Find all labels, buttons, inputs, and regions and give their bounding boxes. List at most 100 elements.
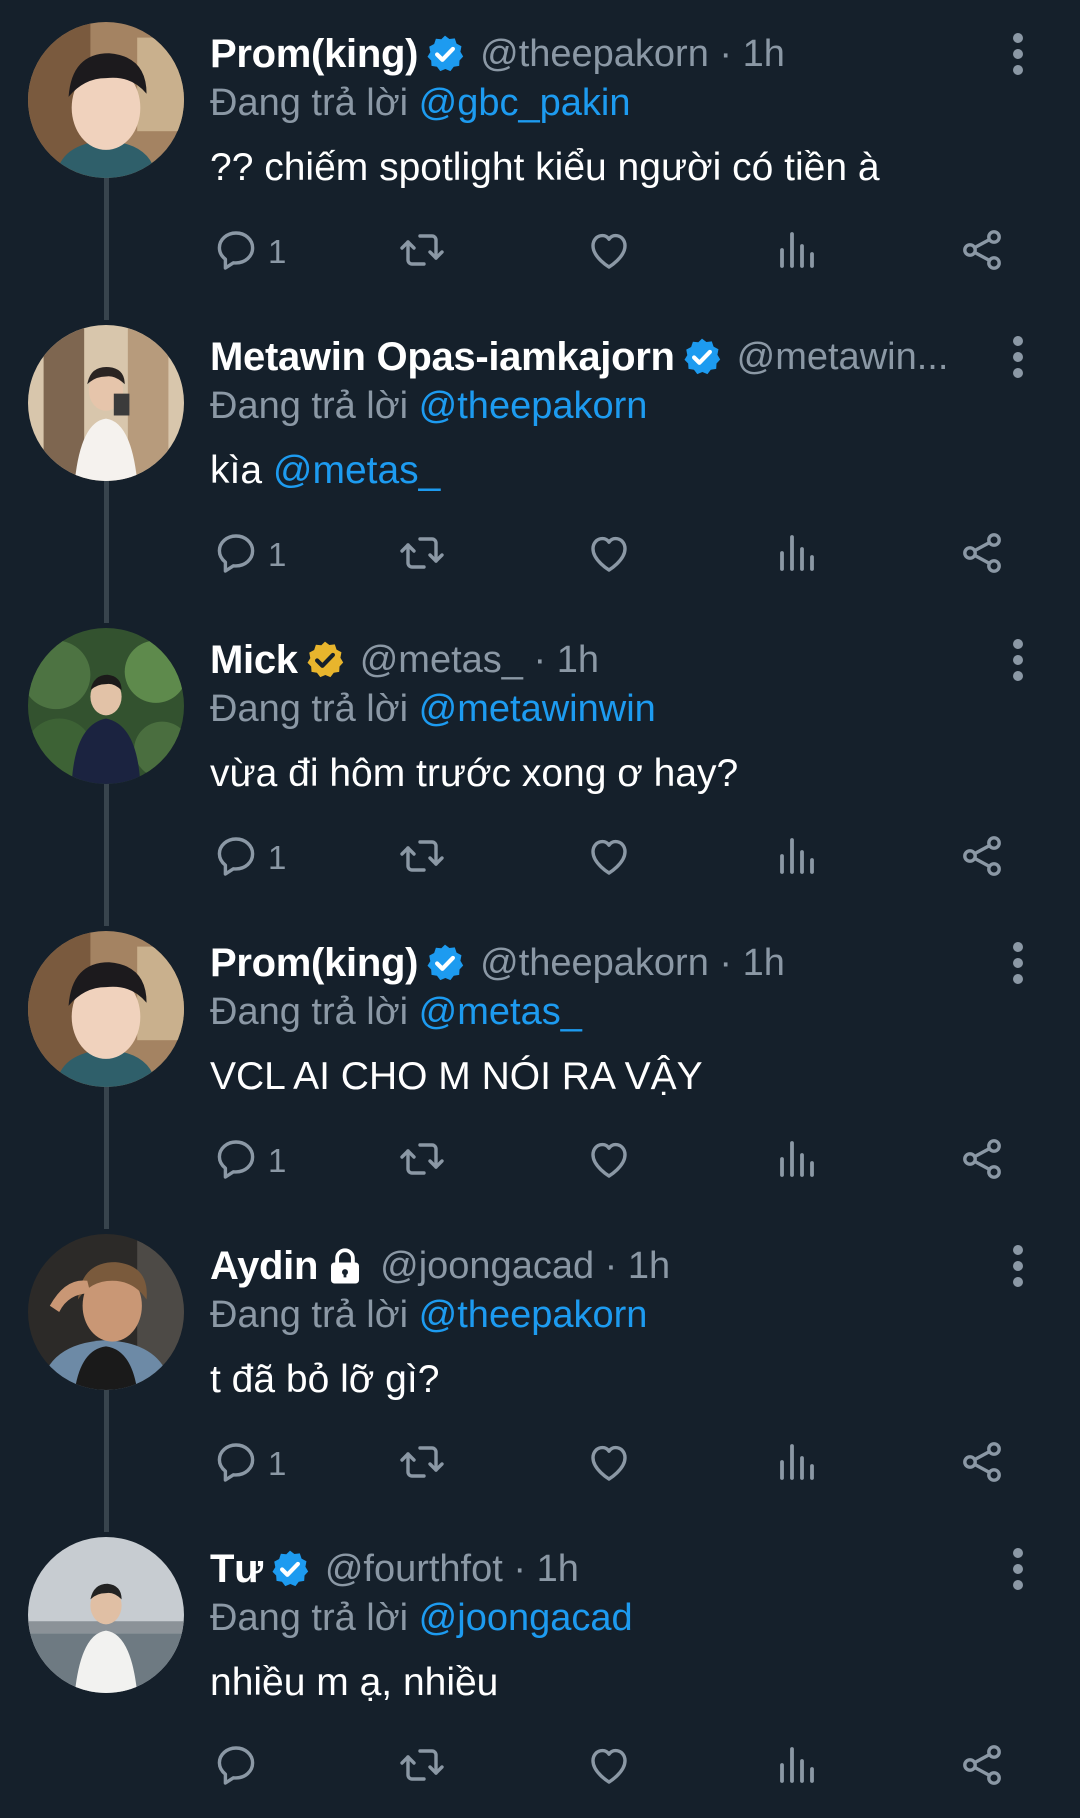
- replying-to-mention[interactable]: @theepakorn: [419, 385, 648, 427]
- handle-and-time[interactable]: @fourthfot · 1h: [325, 1548, 579, 1591]
- more-options-icon[interactable]: [1000, 939, 1036, 987]
- tweet-actions: 1: [0, 828, 1080, 888]
- handle-and-time[interactable]: @metawin...: [737, 336, 949, 379]
- reply-button[interactable]: [212, 1737, 260, 1797]
- tweet-text-content: nhiều m ạ, nhiều: [210, 1661, 499, 1704]
- share-button[interactable]: [958, 525, 1006, 585]
- share-button[interactable]: [958, 828, 1006, 888]
- like-button[interactable]: [585, 525, 633, 585]
- share-icon: [958, 1438, 1006, 1491]
- views-button[interactable]: [772, 828, 820, 888]
- handle-and-time[interactable]: @theepakorn · 1h: [480, 33, 785, 76]
- views-button[interactable]: [772, 1737, 820, 1797]
- replying-to: Đang trả lời @theepakorn: [210, 381, 647, 431]
- avatar-aydin[interactable]: [28, 1234, 184, 1390]
- heart-icon: [585, 1438, 633, 1491]
- tweet[interactable]: Prom(king) @theepakorn · 1h Đang trả lời…: [0, 909, 1080, 1229]
- views-button[interactable]: [772, 1131, 820, 1191]
- tweet[interactable]: Metawin Opas-iamkajorn @metawin... Đang …: [0, 303, 1080, 623]
- verified-badge-icon: [424, 33, 466, 75]
- tweet-header: Aydin @joongacad · 1h: [210, 1238, 980, 1294]
- display-name[interactable]: Prom(king): [210, 941, 418, 986]
- reply-count: 1: [268, 1142, 287, 1179]
- retweet-button[interactable]: [398, 1131, 446, 1191]
- tweet[interactable]: Aydin @joongacad · 1h Đang trả lời @thee…: [0, 1212, 1080, 1532]
- reply-button[interactable]: 1: [212, 525, 286, 585]
- more-options-icon[interactable]: [1000, 636, 1036, 684]
- tweet-actions: 1: [0, 525, 1080, 585]
- like-button[interactable]: [585, 1737, 633, 1797]
- handle-and-time[interactable]: @metas_ · 1h: [360, 639, 599, 682]
- retweet-button[interactable]: [398, 1434, 446, 1494]
- like-button[interactable]: [585, 1131, 633, 1191]
- tweet-actions: [0, 1737, 1080, 1797]
- retweet-button[interactable]: [398, 525, 446, 585]
- reply-icon: [212, 226, 260, 279]
- tweet[interactable]: Prom(king) @theepakorn · 1h Đang trả lời…: [0, 0, 1080, 320]
- reply-button[interactable]: 1: [212, 222, 286, 282]
- share-icon: [958, 832, 1006, 885]
- reply-button[interactable]: 1: [212, 1131, 286, 1191]
- replying-to-mention[interactable]: @gbc_pakin: [419, 82, 631, 124]
- display-name[interactable]: Mick: [210, 638, 298, 683]
- replying-to-mention[interactable]: @metawinwin: [419, 688, 656, 730]
- display-name[interactable]: Aydin: [210, 1244, 318, 1289]
- tweet-text: kìa @metas_: [210, 445, 440, 497]
- display-name[interactable]: Metawin Opas-iamkajorn: [210, 335, 675, 380]
- replying-to-mention[interactable]: @theepakorn: [419, 1294, 648, 1336]
- replying-to-mention[interactable]: @metas_: [419, 991, 582, 1033]
- reply-icon: [212, 1741, 260, 1794]
- retweet-button[interactable]: [398, 222, 446, 282]
- tweet[interactable]: Tư @fourthfot · 1h Đang trả lời @joongac…: [0, 1515, 1080, 1818]
- tweet-actions: 1: [0, 1131, 1080, 1191]
- more-options-icon[interactable]: [1000, 1242, 1036, 1290]
- share-icon: [958, 1741, 1006, 1794]
- views-button[interactable]: [772, 525, 820, 585]
- handle-and-time[interactable]: @theepakorn · 1h: [480, 942, 785, 985]
- replying-to-mention[interactable]: @joongacad: [419, 1597, 633, 1639]
- views-button[interactable]: [772, 1434, 820, 1494]
- tweet[interactable]: Mick @metas_ · 1h Đang trả lời @metawinw…: [0, 606, 1080, 926]
- share-button[interactable]: [958, 222, 1006, 282]
- views-button[interactable]: [772, 222, 820, 282]
- share-icon: [958, 1135, 1006, 1188]
- heart-icon: [585, 226, 633, 279]
- tweet-text-content: t đã bỏ lỡ gì?: [210, 1358, 440, 1401]
- share-icon: [958, 226, 1006, 279]
- avatar-prom[interactable]: [28, 22, 184, 178]
- display-name[interactable]: Prom(king): [210, 32, 418, 77]
- tweet-actions: 1: [0, 222, 1080, 282]
- display-name[interactable]: Tư: [210, 1547, 263, 1592]
- retweet-button[interactable]: [398, 828, 446, 888]
- share-button[interactable]: [958, 1737, 1006, 1797]
- views-chart-icon: [772, 529, 820, 582]
- avatar-tu[interactable]: [28, 1537, 184, 1693]
- retweet-icon: [398, 832, 446, 885]
- retweet-icon: [398, 226, 446, 279]
- more-options-icon[interactable]: [1000, 333, 1036, 381]
- reply-button[interactable]: 1: [212, 1434, 286, 1494]
- reply-count: 1: [268, 536, 287, 573]
- like-button[interactable]: [585, 1434, 633, 1494]
- more-options-icon[interactable]: [1000, 30, 1036, 78]
- reply-thread: Prom(king) @theepakorn · 1h Đang trả lời…: [0, 0, 1080, 1818]
- retweet-button[interactable]: [398, 1737, 446, 1797]
- heart-icon: [585, 832, 633, 885]
- tweet-actions: 1: [0, 1434, 1080, 1494]
- replying-to: Đang trả lời @gbc_pakin: [210, 78, 631, 128]
- handle-and-time[interactable]: @joongacad · 1h: [380, 1245, 670, 1288]
- verified-badge-icon: [681, 336, 723, 378]
- share-button[interactable]: [958, 1434, 1006, 1494]
- views-chart-icon: [772, 1741, 820, 1794]
- avatar-metawin[interactable]: [28, 325, 184, 481]
- like-button[interactable]: [585, 222, 633, 282]
- views-chart-icon: [772, 1135, 820, 1188]
- share-button[interactable]: [958, 1131, 1006, 1191]
- more-options-icon[interactable]: [1000, 1545, 1036, 1593]
- reply-button[interactable]: 1: [212, 828, 286, 888]
- tweet-mention[interactable]: @metas_: [273, 449, 440, 492]
- avatar-mick[interactable]: [28, 628, 184, 784]
- avatar-prom[interactable]: [28, 931, 184, 1087]
- like-button[interactable]: [585, 828, 633, 888]
- reply-count: 1: [268, 839, 287, 876]
